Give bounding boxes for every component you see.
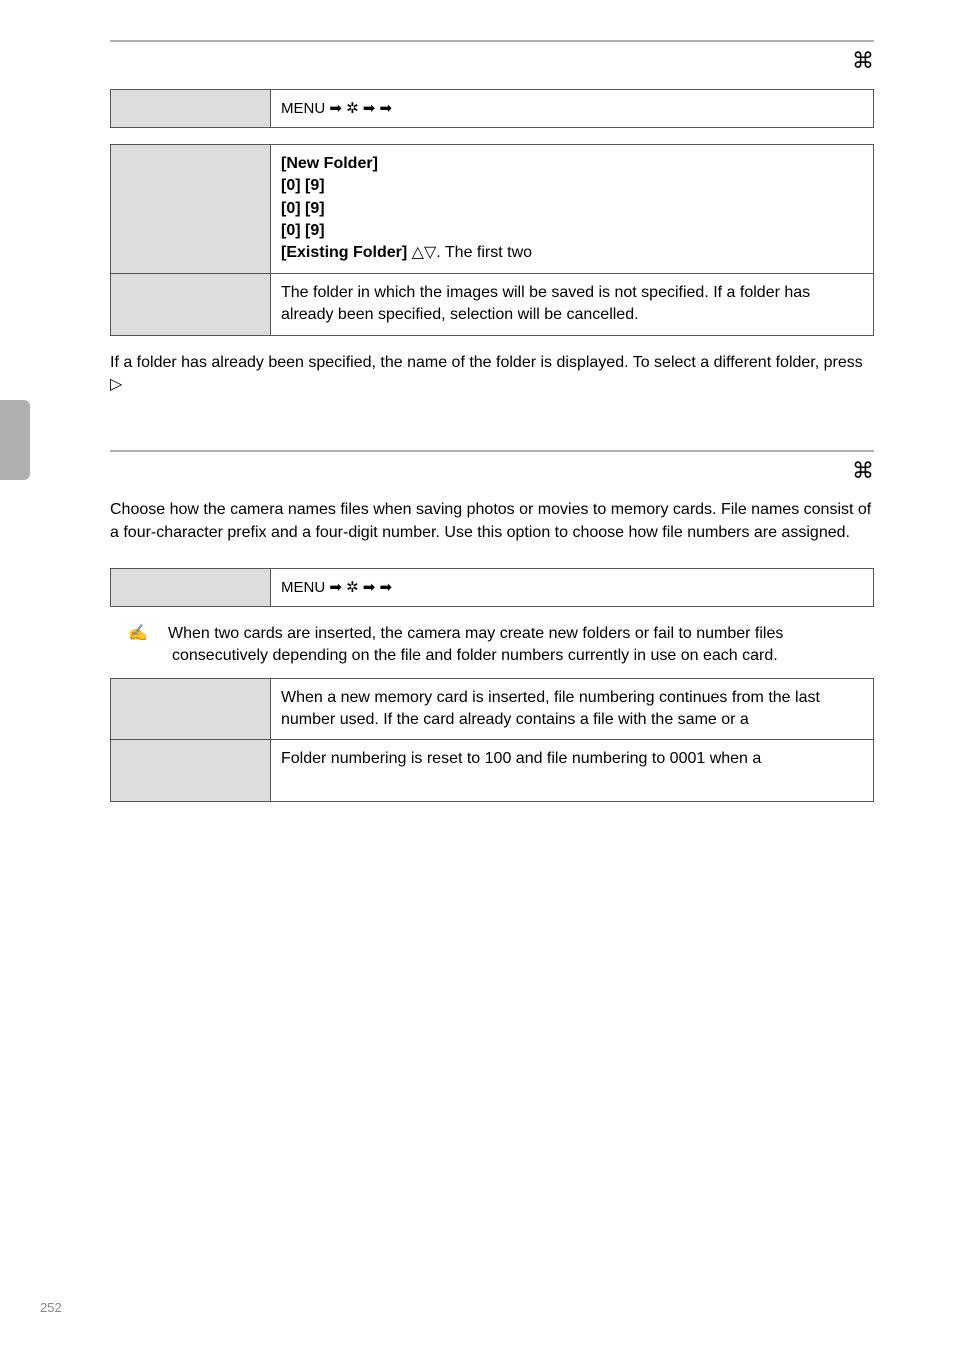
option-desc-cell: Folder numbering is reset to 100 and fil…: [271, 740, 874, 802]
option-desc-cell: [New Folder] [0] [9] [0] [9] [0] [9] [Ex…: [271, 144, 874, 273]
option-label-cell: [111, 273, 271, 335]
existing-folder-tail: △▽. The first two: [407, 244, 532, 261]
range-text: [0] [9]: [281, 200, 325, 217]
table-row: When a new memory card is inserted, file…: [111, 678, 874, 740]
card-icon: ⌘: [852, 48, 874, 73]
range-text: [0] [9]: [281, 222, 325, 239]
new-folder-label: [New Folder]: [281, 155, 378, 172]
section-icon-row: ⌘: [110, 46, 874, 77]
menu-path-text: MENU ➡ ✲ ➡ ➡: [281, 579, 392, 596]
menu-path-table-1: MENU ➡ ✲ ➡ ➡: [110, 89, 874, 128]
menu-label-cell: [111, 568, 271, 606]
range-text: [0] [9]: [281, 177, 325, 194]
option-desc-cell: When a new memory card is inserted, file…: [271, 678, 874, 740]
option-desc-cell: The folder in which the images will be s…: [271, 273, 874, 335]
section-divider: [110, 40, 874, 42]
table-row: The folder in which the images will be s…: [111, 273, 874, 335]
table-row: [New Folder] [0] [9] [0] [9] [0] [9] [Ex…: [111, 144, 874, 273]
menu-label-cell: [111, 89, 271, 127]
option-label-cell: [111, 740, 271, 802]
card-icon: ⌘: [852, 458, 874, 483]
folder-note-paragraph: If a folder has already been specified, …: [110, 352, 874, 397]
file-numbering-table: When a new memory card is inserted, file…: [110, 678, 874, 803]
table-row: Folder numbering is reset to 100 and fil…: [111, 740, 874, 802]
section-icon-row: ⌘: [110, 456, 874, 487]
tip-text: When two cards are inserted, the camera …: [168, 625, 783, 664]
menu-path-text: MENU ➡ ✲ ➡ ➡: [281, 100, 392, 117]
menu-path-cell: MENU ➡ ✲ ➡ ➡: [271, 568, 874, 606]
page-number: 252: [40, 1299, 62, 1317]
existing-folder-label: [Existing Folder]: [281, 244, 407, 261]
side-tab: [0, 400, 30, 480]
option-desc-text: Folder numbering is reset to 100 and fil…: [281, 750, 761, 767]
option-label-cell: [111, 144, 271, 273]
file-naming-intro: Choose how the camera names files when s…: [110, 499, 874, 544]
option-label-cell: [111, 678, 271, 740]
section-divider: [110, 450, 874, 452]
tip-paragraph: ✍When two cards are inserted, the camera…: [150, 623, 874, 668]
tip-icon: ✍: [150, 623, 168, 645]
folder-options-table: [New Folder] [0] [9] [0] [9] [0] [9] [Ex…: [110, 144, 874, 336]
menu-path-table-2: MENU ➡ ✲ ➡ ➡: [110, 568, 874, 607]
menu-path-cell: MENU ➡ ✲ ➡ ➡: [271, 89, 874, 127]
